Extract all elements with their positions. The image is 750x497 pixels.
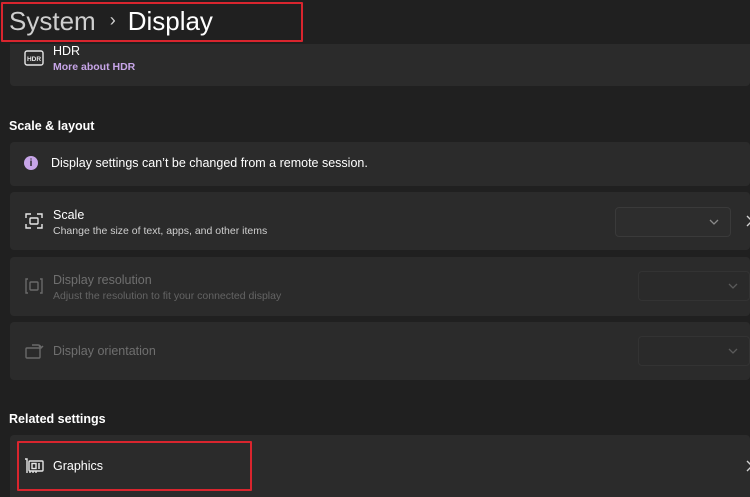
display-resolution-title: Display resolution (53, 273, 152, 287)
orientation-icon (22, 339, 46, 363)
scale-dropdown[interactable] (615, 207, 731, 237)
chevron-right-icon[interactable] (744, 214, 750, 228)
scale-subtitle: Change the size of text, apps, and other… (53, 225, 268, 237)
chevron-down-icon (709, 219, 719, 225)
display-orientation-title: Display orientation (53, 344, 156, 358)
chevron-right-icon[interactable] (744, 459, 750, 473)
graphics-card-icon (22, 454, 46, 478)
hdr-icon: HDR (22, 46, 46, 70)
breadcrumb-separator: › (109, 9, 116, 30)
resolution-icon (22, 274, 46, 298)
svg-text:HDR: HDR (27, 56, 41, 63)
page-title: Display (127, 5, 213, 36)
breadcrumb-parent-system[interactable]: System (9, 6, 96, 37)
section-heading-scale-layout: Scale & layout (9, 119, 95, 133)
display-orientation-dropdown (638, 336, 750, 366)
info-icon: i (24, 156, 38, 170)
chevron-down-icon (728, 283, 738, 289)
display-resolution-subtitle: Adjust the resolution to fit your connec… (53, 290, 282, 302)
graphics-title: Graphics (53, 459, 104, 473)
hdr-title: HDR (53, 44, 81, 58)
section-heading-related-settings: Related settings (9, 412, 106, 426)
display-resolution-dropdown (638, 271, 750, 301)
scale-icon (22, 209, 46, 233)
chevron-down-icon (728, 348, 738, 354)
notice-text: Display settings can’t be changed from a… (51, 156, 368, 170)
graphics-card[interactable] (10, 435, 750, 497)
scale-title: Scale (53, 208, 85, 222)
more-about-hdr-link[interactable]: More about HDR (53, 61, 135, 73)
breadcrumb: System › Display (9, 4, 213, 38)
